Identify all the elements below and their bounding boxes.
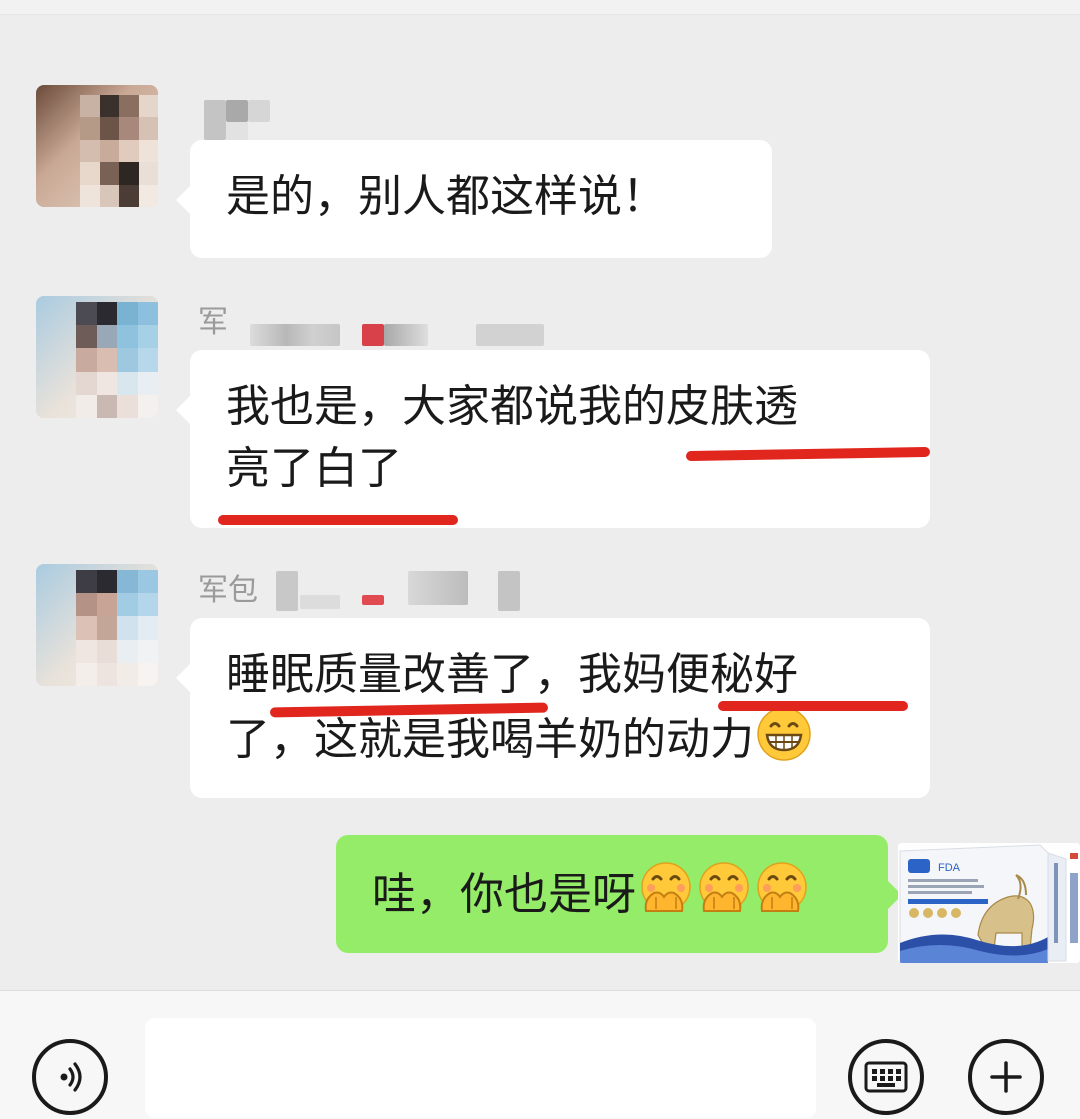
sender-name-blurred xyxy=(300,595,340,609)
grinning-face-icon xyxy=(757,707,811,761)
sender-name: 军包 xyxy=(198,573,258,608)
sender-name-blurred xyxy=(204,100,226,140)
sender-name-blurred xyxy=(476,324,544,346)
message-text-line: 我也是，大家都说我的皮肤透 xyxy=(226,381,798,432)
voice-button[interactable] xyxy=(32,1039,108,1115)
sender-name-blurred xyxy=(226,100,248,122)
message-text: 哇，你也是呀 xyxy=(372,869,636,920)
top-divider xyxy=(0,0,1080,15)
more-button[interactable] xyxy=(968,1039,1044,1115)
input-bar xyxy=(0,990,1080,1119)
message-bubble[interactable]: 是的，别人都这样说！ xyxy=(176,140,772,258)
highlight-underline xyxy=(218,515,458,525)
message-text-line: 亮了白了 xyxy=(226,443,402,494)
product-image[interactable]: FDA xyxy=(898,843,1080,963)
my-message-bubble[interactable]: 哇，你也是呀 xyxy=(336,835,902,953)
voice-icon xyxy=(60,1062,82,1092)
message-input[interactable] xyxy=(145,1018,816,1118)
keyboard-button[interactable] xyxy=(848,1039,924,1115)
message-bubble[interactable]: 我也是，大家都说我的皮肤透 亮了白了 xyxy=(176,350,930,528)
hand-over-mouth-icon xyxy=(699,862,749,912)
message-text-line: 睡眠质量改善了，我妈便秘好 xyxy=(226,649,798,700)
sender-name-blurred xyxy=(226,122,248,140)
avatar[interactable] xyxy=(36,296,158,418)
hand-over-mouth-icon xyxy=(757,862,807,912)
product-fda-label: FDA xyxy=(938,862,961,874)
sender-name-blurred xyxy=(384,324,428,346)
sender-name-blurred xyxy=(362,324,384,346)
chat-area[interactable]: 是的，别人都这样说！ 军 我也是，大家都说我的皮肤透 亮了白了 军包 睡眠质量改… xyxy=(0,15,1080,990)
hand-over-mouth-icon xyxy=(641,862,691,912)
plus-icon xyxy=(990,1061,1022,1093)
highlight-underline xyxy=(718,701,908,711)
sender-name-blurred xyxy=(248,100,270,122)
message-text: 是的，别人都这样说！ xyxy=(226,171,666,222)
sender-name-blurred xyxy=(276,571,298,611)
sender-name-blurred xyxy=(408,571,468,605)
keyboard-icon xyxy=(864,1061,908,1093)
sender-name-blurred xyxy=(362,595,384,605)
sender-name-blurred xyxy=(250,324,340,346)
avatar[interactable] xyxy=(36,85,158,207)
sender-name-blurred xyxy=(498,571,520,611)
goat-milk-box-icon: FDA xyxy=(898,843,1080,963)
sender-name: 军 xyxy=(198,305,228,340)
avatar[interactable] xyxy=(36,564,158,686)
